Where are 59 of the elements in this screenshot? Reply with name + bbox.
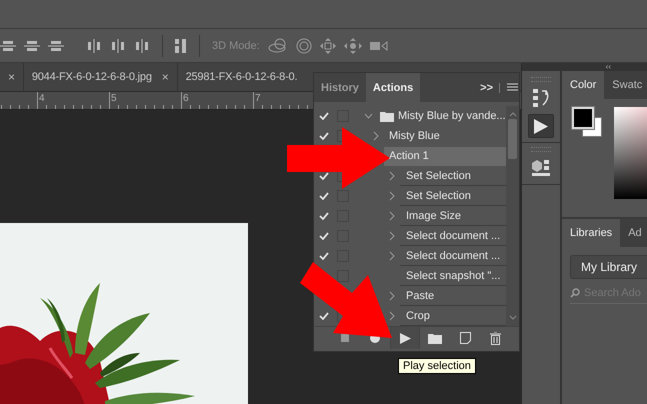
panel-tab[interactable]: Actions bbox=[366, 73, 420, 102]
check-toggle[interactable] bbox=[319, 132, 329, 140]
check-toggle[interactable] bbox=[319, 212, 329, 220]
pan-icon[interactable] bbox=[320, 38, 336, 54]
play-icon bbox=[400, 332, 410, 344]
action-set-label[interactable]: Misty Blue by vande... bbox=[398, 106, 506, 126]
history-icon bbox=[531, 88, 551, 108]
chevron-down-icon[interactable] bbox=[364, 113, 372, 119]
stop-icon bbox=[341, 334, 349, 342]
align-icon[interactable] bbox=[24, 38, 40, 52]
align-icon[interactable] bbox=[110, 38, 126, 52]
expand-button[interactable]: >> bbox=[474, 73, 499, 102]
scroll-up-icon[interactable] bbox=[508, 112, 516, 117]
search-icon bbox=[570, 288, 580, 298]
panel-tab[interactable]: Ad bbox=[620, 219, 647, 247]
check-toggle[interactable] bbox=[319, 112, 329, 120]
document-tab[interactable]: 25981-FX-6-0-12-6-8-0. bbox=[178, 63, 298, 91]
ruler-number: 4 bbox=[39, 93, 45, 104]
tooltip: Play selection bbox=[398, 358, 476, 374]
close-icon[interactable]: × bbox=[8, 70, 15, 84]
scrollbar[interactable] bbox=[506, 106, 519, 326]
ruler-number: 5 bbox=[111, 93, 117, 104]
panel-tab[interactable]: Swatc bbox=[604, 71, 647, 99]
check-toggle[interactable] bbox=[319, 192, 329, 200]
play-button[interactable] bbox=[390, 327, 420, 349]
slide-icon[interactable] bbox=[344, 38, 362, 54]
menu-icon[interactable] bbox=[499, 82, 519, 92]
panel-button[interactable] bbox=[528, 114, 554, 138]
align-icon[interactable] bbox=[48, 38, 64, 52]
align-icon[interactable] bbox=[0, 38, 16, 52]
scroll-down-icon[interactable] bbox=[508, 315, 516, 320]
distribute-icon[interactable] bbox=[175, 38, 187, 52]
new-page-icon bbox=[460, 332, 470, 344]
chevron-right-icon[interactable] bbox=[373, 131, 379, 141]
dialog-toggle[interactable] bbox=[337, 190, 349, 202]
roll-icon[interactable] bbox=[296, 38, 312, 54]
check-toggle[interactable] bbox=[319, 252, 329, 260]
dialog-toggle[interactable] bbox=[337, 270, 349, 282]
check-toggle[interactable] bbox=[319, 312, 329, 320]
folder-icon bbox=[428, 332, 442, 344]
library-dropdown[interactable]: My Library bbox=[570, 255, 647, 279]
collapse-icon[interactable]: ‹‹ bbox=[606, 63, 611, 71]
ruler-number: 6 bbox=[183, 93, 189, 104]
orbit-icon[interactable] bbox=[268, 38, 288, 54]
panel-tab[interactable]: Libraries bbox=[562, 219, 620, 247]
panel-tab[interactable]: Color bbox=[562, 71, 604, 99]
ruler-number: 7 bbox=[255, 93, 261, 104]
check-toggle[interactable] bbox=[319, 172, 329, 180]
video-camera-icon[interactable] bbox=[370, 40, 388, 52]
play-icon bbox=[534, 118, 548, 134]
action-item[interactable]: Misty Blue bbox=[384, 126, 506, 146]
cube-icon bbox=[531, 159, 551, 177]
action-item[interactable]: Action 1 bbox=[384, 146, 506, 166]
align-icon[interactable] bbox=[86, 38, 102, 52]
close-icon[interactable]: × bbox=[162, 70, 169, 84]
trash-icon bbox=[490, 332, 500, 344]
align-icon[interactable] bbox=[134, 38, 150, 52]
check-toggle[interactable] bbox=[319, 232, 329, 240]
scroll-thumb[interactable] bbox=[508, 119, 517, 159]
